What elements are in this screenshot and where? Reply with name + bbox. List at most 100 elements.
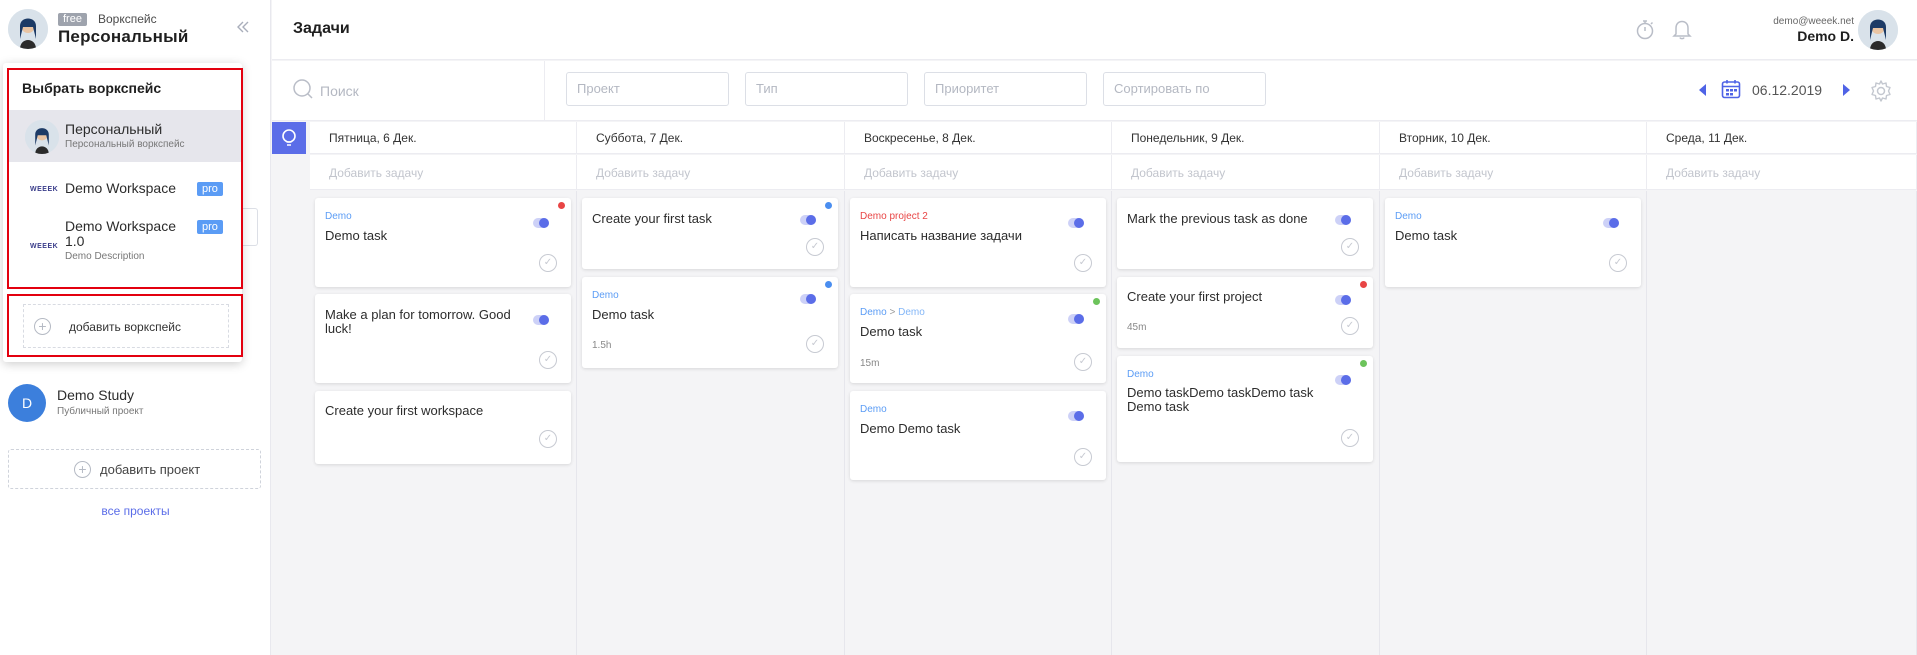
task-title: Demo taskDemo taskDemo task Demo task bbox=[1127, 385, 1314, 414]
check-icon[interactable]: ✓ bbox=[539, 351, 557, 369]
task-project: Demo bbox=[860, 307, 887, 318]
workspace-item-demo-1-0[interactable]: WEEEK Demo Workspace 1.0 pro Demo Descri… bbox=[9, 216, 241, 288]
add-workspace-button[interactable]: + добавить воркспейс bbox=[23, 304, 229, 348]
workspace-name: Персональный bbox=[58, 27, 189, 46]
task-card[interactable]: Mark the previous task as done ✓ bbox=[1117, 198, 1373, 269]
dropdown-title: Выбрать воркспейс bbox=[22, 80, 162, 96]
check-icon[interactable]: ✓ bbox=[539, 254, 557, 272]
bell-icon[interactable] bbox=[1672, 18, 1692, 45]
tips-button[interactable] bbox=[272, 122, 306, 154]
task-card[interactable]: Create your first workspace ✓ bbox=[315, 391, 571, 464]
all-projects-link[interactable]: все проекты bbox=[0, 504, 271, 518]
toggle-icon[interactable] bbox=[800, 294, 816, 304]
priority-dot bbox=[1360, 281, 1367, 288]
user-avatar[interactable] bbox=[1858, 10, 1898, 50]
check-icon[interactable]: ✓ bbox=[806, 335, 824, 353]
add-task-button[interactable]: Добавить задачу bbox=[1647, 155, 1917, 190]
check-icon[interactable]: ✓ bbox=[1341, 429, 1359, 447]
workspace-switcher[interactable]: free Воркспейс Персональный bbox=[0, 0, 271, 60]
task-title: Demo task bbox=[325, 228, 388, 243]
check-icon[interactable]: ✓ bbox=[1074, 448, 1092, 466]
toggle-icon[interactable] bbox=[533, 218, 549, 228]
toggle-icon[interactable] bbox=[1335, 295, 1351, 305]
task-title: Demo task bbox=[1395, 228, 1458, 243]
add-task-label: Добавить задачу bbox=[329, 166, 424, 180]
task-card[interactable]: Demo Demo taskDemo taskDemo task Demo ta… bbox=[1117, 356, 1373, 462]
toggle-icon[interactable] bbox=[1068, 314, 1084, 324]
workspace-item-personal[interactable]: Персональный Персональный воркспейс bbox=[9, 110, 241, 162]
add-task-label: Добавить задачу bbox=[1399, 166, 1494, 180]
task-card[interactable]: Demo Demo task 1.5h ✓ bbox=[582, 277, 838, 368]
toggle-icon[interactable] bbox=[1068, 411, 1084, 421]
task-card[interactable]: Demo Demo Demo task ✓ bbox=[850, 391, 1106, 480]
task-card[interactable]: Make a plan for tomorrow. Good luck! ✓ bbox=[315, 294, 571, 383]
check-icon[interactable]: ✓ bbox=[539, 430, 557, 448]
check-icon[interactable]: ✓ bbox=[1074, 353, 1092, 371]
calendar-icon[interactable] bbox=[1721, 79, 1741, 104]
check-icon[interactable]: ✓ bbox=[806, 238, 824, 256]
pro-badge: pro bbox=[197, 182, 223, 196]
gear-icon[interactable] bbox=[1869, 79, 1893, 108]
task-title: Написать название задачи bbox=[860, 228, 1022, 243]
sort-filter[interactable]: Сортировать по bbox=[1103, 72, 1266, 106]
task-card[interactable]: Demo Demo task ✓ bbox=[1385, 198, 1641, 287]
day-label: Понедельник, 9 Дек. bbox=[1131, 131, 1245, 145]
task-project: Demo bbox=[592, 290, 619, 301]
user-name: Demo D. bbox=[1797, 28, 1854, 44]
check-icon[interactable]: ✓ bbox=[1609, 254, 1627, 272]
project-filter[interactable]: Проект bbox=[566, 72, 729, 106]
add-task-button[interactable]: Добавить задачу bbox=[845, 155, 1112, 190]
priority-filter[interactable]: Приоритет bbox=[924, 72, 1087, 106]
add-task-button[interactable]: Добавить задачу bbox=[310, 155, 577, 190]
task-title: Create your first task bbox=[592, 211, 712, 226]
toggle-icon[interactable] bbox=[800, 215, 816, 225]
toggle-icon[interactable] bbox=[1603, 218, 1619, 228]
check-icon[interactable]: ✓ bbox=[1341, 238, 1359, 256]
day-column-wed: Среда, 11 Дек. Добавить задачу bbox=[1647, 122, 1917, 655]
task-title: Demo Demo task bbox=[860, 421, 961, 436]
add-task-button[interactable]: Добавить задачу bbox=[577, 155, 845, 190]
day-column-sun: Воскресенье, 8 Дек. Добавить задачу Demo… bbox=[845, 122, 1112, 655]
add-project-button[interactable]: + добавить проект bbox=[8, 449, 261, 489]
task-title: Demo task bbox=[592, 307, 655, 322]
task-title: Create your first workspace bbox=[325, 403, 484, 418]
project-avatar: D bbox=[8, 384, 46, 422]
add-task-label: Добавить задачу bbox=[1666, 166, 1761, 180]
next-date-icon[interactable] bbox=[1843, 84, 1850, 96]
timer-icon[interactable] bbox=[1635, 19, 1655, 46]
task-project-path: Demo > Demo bbox=[860, 307, 925, 318]
prev-date-icon[interactable] bbox=[1699, 84, 1706, 96]
toggle-icon[interactable] bbox=[533, 315, 549, 325]
toggle-icon[interactable] bbox=[1335, 215, 1351, 225]
add-task-button[interactable]: Добавить задачу bbox=[1112, 155, 1380, 190]
workspace-avatar bbox=[25, 120, 59, 154]
task-project: Demo bbox=[1127, 369, 1154, 380]
task-project: Demo project 2 bbox=[860, 211, 928, 222]
task-card[interactable]: Demo project 2 Написать название задачи … bbox=[850, 198, 1106, 287]
workspace-item-demo[interactable]: WEEEK Demo Workspace pro bbox=[9, 163, 241, 215]
task-time: 45m bbox=[1127, 322, 1147, 333]
task-card[interactable]: Create your first project 45m ✓ bbox=[1117, 277, 1373, 348]
search-input[interactable] bbox=[320, 79, 500, 103]
top-header: Задачи demo@weeek.net Demo D. bbox=[272, 0, 1917, 60]
day-column-mon: Понедельник, 9 Дек. Добавить задачу Mark… bbox=[1112, 122, 1380, 655]
task-time: 1.5h bbox=[592, 340, 612, 351]
task-card[interactable]: Demo > Demo Demo task 15m ✓ bbox=[850, 294, 1106, 383]
check-icon[interactable]: ✓ bbox=[1074, 254, 1092, 272]
toggle-icon[interactable] bbox=[1335, 375, 1351, 385]
task-card[interactable]: Demo Demo task ✓ bbox=[315, 198, 571, 287]
toggle-icon[interactable] bbox=[1068, 218, 1084, 228]
workspace-dropdown: Выбрать воркспейс Персональный Персональ… bbox=[3, 63, 243, 362]
check-icon[interactable]: ✓ bbox=[1341, 317, 1359, 335]
lightbulb-icon bbox=[282, 129, 296, 146]
day-label: Пятница, 6 Дек. bbox=[329, 131, 417, 145]
day-column-tue: Вторник, 10 Дек. Добавить задачу Demo De… bbox=[1380, 122, 1647, 655]
task-card[interactable]: Create your first task ✓ bbox=[582, 198, 838, 269]
current-date[interactable]: 06.12.2019 bbox=[1752, 82, 1822, 98]
collapse-sidebar-icon[interactable] bbox=[235, 19, 255, 39]
type-filter[interactable]: Тип bbox=[745, 72, 908, 106]
sidebar-project-demo-study[interactable]: D Demo Study Публичный проект bbox=[8, 382, 258, 424]
add-workspace-label: добавить воркспейс bbox=[69, 320, 181, 334]
add-task-label: Добавить задачу bbox=[1131, 166, 1226, 180]
add-task-button[interactable]: Добавить задачу bbox=[1380, 155, 1647, 190]
